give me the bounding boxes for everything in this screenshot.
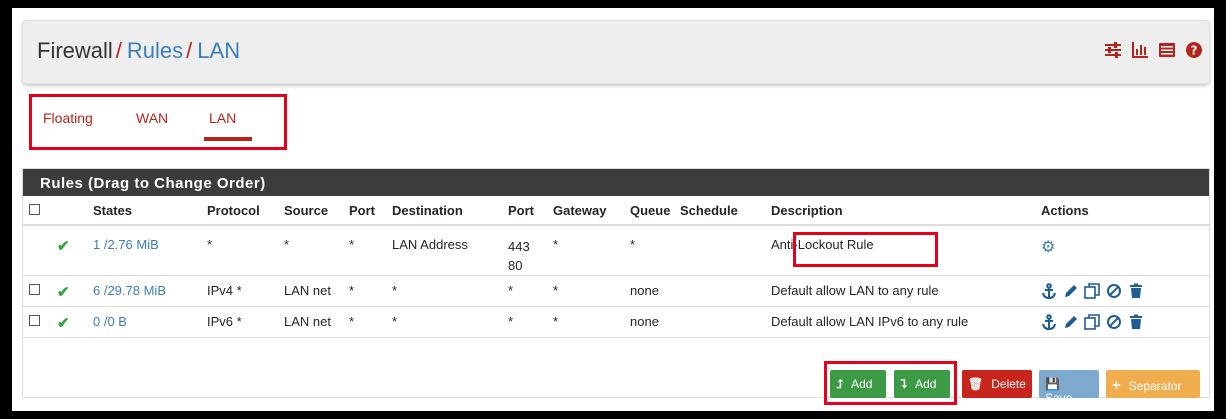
table-header-row: States Protocol Source Port Destination …	[23, 196, 1209, 226]
cell-schedule	[676, 306, 767, 338]
states-link[interactable]: 1 /2.76 MiB	[93, 237, 159, 252]
breadcrumb-separator: /	[186, 38, 193, 63]
col-gateway[interactable]: Gateway	[549, 196, 626, 226]
add-top-button[interactable]: ⮥ Add	[830, 370, 886, 398]
anchor-icon[interactable]	[1041, 314, 1057, 331]
select-all-checkbox[interactable]	[29, 203, 40, 215]
cell-destination: *	[388, 275, 504, 307]
cell-port: *	[345, 275, 388, 307]
anchor-icon[interactable]	[1041, 283, 1057, 300]
cell-port: *	[345, 225, 388, 276]
breadcrumb-lan[interactable]: LAN	[197, 38, 240, 63]
save-icon: 💾	[1045, 377, 1060, 391]
cell-source: *	[280, 225, 345, 276]
add-bottom-button[interactable]: ⮧ Add	[894, 370, 950, 398]
cell-dest-port: *	[504, 306, 549, 338]
cell-queue: *	[626, 225, 676, 276]
breadcrumb-rules[interactable]: Rules	[127, 38, 183, 63]
trash-icon: 🗑	[968, 377, 984, 391]
cell-queue: none	[626, 275, 676, 307]
cell-port: *	[345, 306, 388, 338]
cell-protocol: IPv6 *	[203, 306, 280, 338]
checkmark-icon: ✔	[57, 238, 70, 255]
panel-title: Rules (Drag to Change Order)	[23, 169, 1209, 196]
col-description[interactable]: Description	[767, 196, 1037, 226]
table-row[interactable]: ✔ 0 /0 B IPv6 * LAN net * * * * none Def…	[23, 306, 1209, 338]
plus-icon: +	[1112, 377, 1121, 394]
copy-icon[interactable]	[1084, 314, 1101, 330]
cell-destination: LAN Address	[388, 225, 504, 276]
tab-floating[interactable]: Floating	[43, 110, 93, 126]
cell-schedule	[676, 275, 767, 307]
save-button[interactable]: 💾Save	[1039, 370, 1099, 405]
page-header: Firewall / Rules / LAN ?	[22, 20, 1210, 84]
tab-lan[interactable]: LAN	[209, 110, 236, 126]
copy-icon[interactable]	[1084, 283, 1101, 299]
svg-text:?: ?	[1191, 44, 1198, 58]
row-checkbox[interactable]	[29, 284, 40, 295]
states-link[interactable]: 6 /29.78 MiB	[93, 283, 166, 298]
separator-button[interactable]: + Separator	[1106, 370, 1200, 398]
description-highlight	[793, 232, 938, 267]
col-destination[interactable]: Destination	[388, 196, 504, 226]
gear-icon[interactable]: ⚙	[1041, 239, 1055, 256]
cell-description: Default allow LAN IPv6 to any rule	[767, 306, 1037, 338]
cell-protocol: IPv4 *	[203, 275, 280, 307]
trash-icon[interactable]	[1128, 314, 1144, 330]
col-protocol[interactable]: Protocol	[203, 196, 280, 226]
col-dest-port[interactable]: Port	[504, 196, 549, 226]
table-row[interactable]: ✔ 1 /2.76 MiB * * * LAN Address 443 80 *…	[23, 225, 1209, 276]
delete-button[interactable]: 🗑 Delete	[962, 370, 1032, 398]
checkmark-icon: ✔	[57, 315, 70, 332]
active-tab-indicator	[204, 137, 252, 141]
cell-gateway: *	[549, 306, 626, 338]
list-icon[interactable]	[1158, 41, 1176, 59]
rules-table: States Protocol Source Port Destination …	[23, 196, 1209, 338]
cell-source: LAN net	[280, 306, 345, 338]
tab-wan[interactable]: WAN	[136, 110, 168, 126]
rules-panel: Rules (Drag to Change Order) States Prot…	[22, 168, 1210, 398]
col-states[interactable]: States	[89, 196, 203, 226]
cell-destination: *	[388, 306, 504, 338]
checkmark-icon: ✔	[57, 284, 70, 301]
cell-dest-port: *	[504, 275, 549, 307]
cell-schedule	[676, 225, 767, 276]
cell-source: LAN net	[280, 275, 345, 307]
cell-queue: none	[626, 306, 676, 338]
row-actions	[1037, 275, 1209, 307]
trash-icon[interactable]	[1128, 283, 1144, 299]
header-icons: ?	[1104, 41, 1203, 59]
pencil-icon[interactable]	[1063, 314, 1079, 330]
cell-gateway: *	[549, 225, 626, 276]
disable-icon[interactable]	[1106, 283, 1122, 299]
breadcrumb-separator: /	[115, 38, 122, 63]
page-frame: Firewall / Rules / LAN ? Floating WAN LAN Ru…	[12, 8, 1214, 411]
row-checkbox[interactable]	[29, 315, 40, 326]
col-port[interactable]: Port	[345, 196, 388, 226]
arrow-up-icon: ⮥	[836, 377, 844, 391]
cell-dest-port: 443 80	[504, 225, 549, 276]
row-actions	[1037, 306, 1209, 338]
pencil-icon[interactable]	[1063, 283, 1079, 299]
cell-protocol: *	[203, 225, 280, 276]
breadcrumb: Firewall / Rules / LAN	[37, 38, 240, 64]
col-source[interactable]: Source	[280, 196, 345, 226]
table-row[interactable]: ✔ 6 /29.78 MiB IPv4 * LAN net * * * * no…	[23, 275, 1209, 307]
col-schedule[interactable]: Schedule	[676, 196, 767, 226]
disable-icon[interactable]	[1106, 314, 1122, 330]
col-queue[interactable]: Queue	[626, 196, 676, 226]
help-icon[interactable]: ?	[1185, 41, 1203, 59]
cell-description: Default allow LAN to any rule	[767, 275, 1037, 307]
sliders-icon[interactable]	[1104, 41, 1122, 59]
cell-gateway: *	[549, 275, 626, 307]
bar-chart-icon[interactable]	[1131, 41, 1149, 59]
states-link[interactable]: 0 /0 B	[93, 314, 127, 329]
breadcrumb-firewall: Firewall	[37, 38, 113, 63]
col-actions: Actions	[1037, 196, 1209, 226]
arrow-down-icon: ⮧	[900, 377, 908, 391]
